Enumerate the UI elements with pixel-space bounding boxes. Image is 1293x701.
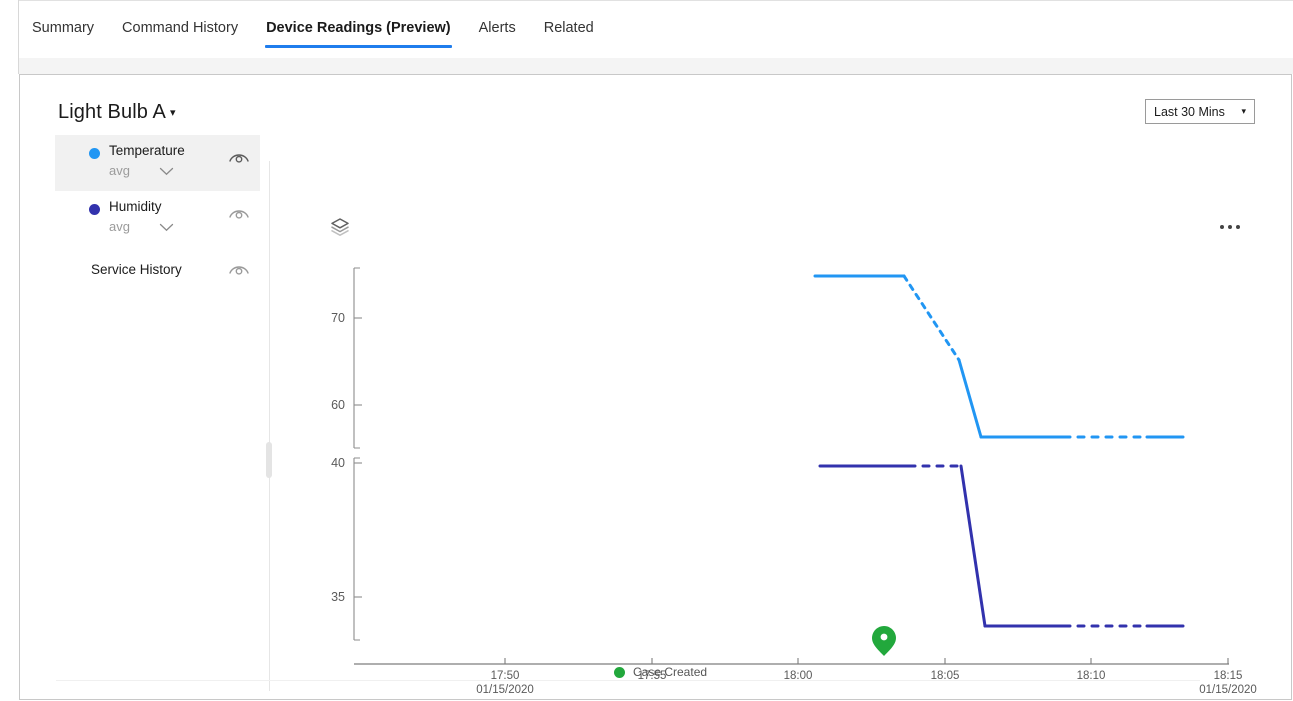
tab-label: Summary <box>32 20 95 36</box>
section-spacer <box>19 58 1293 74</box>
series-color-dot <box>89 204 100 215</box>
series-name: Humidity <box>109 199 162 214</box>
series-aggregation: avg <box>109 163 130 178</box>
y-tick-label: 40 <box>331 456 345 470</box>
tab-alerts[interactable]: Alerts <box>465 18 530 48</box>
series-aggregation: avg <box>109 219 130 234</box>
device-title-label: Light Bulb A <box>58 101 166 123</box>
event-marker-case-created[interactable] <box>872 626 896 656</box>
y-axis-temperature: 70 60 <box>331 267 362 449</box>
x-axis: 17:50 01/15/2020 17:55 18:00 18:05 18:10… <box>354 658 1257 696</box>
y-tick-label: 35 <box>331 590 345 604</box>
chart-svg: 70 60 40 35 17:50 01/15/2020 17:55 18:00… <box>331 267 1257 696</box>
series-legend-panel: Temperature avg Humidity avg Service His… <box>55 135 260 303</box>
series-name: Service History <box>91 262 182 277</box>
y-tick-label: 70 <box>331 311 345 325</box>
tab-active-underline <box>265 45 452 48</box>
y-axis-humidity: 40 35 <box>331 456 362 641</box>
map-pin-center <box>880 633 888 641</box>
series-color-dot <box>89 148 100 159</box>
device-readings-page: Summary Command History Device Readings … <box>0 0 1293 701</box>
tab-command-history[interactable]: Command History <box>108 18 252 48</box>
chevron-down-icon[interactable] <box>159 219 174 232</box>
chevron-down-icon: ▾ <box>169 107 176 119</box>
eye-icon[interactable] <box>228 205 250 221</box>
series-name: Temperature <box>109 143 185 158</box>
event-color-dot <box>614 666 625 678</box>
map-pin-icon <box>872 626 896 656</box>
device-selector[interactable]: Light Bulb A ▾ <box>58 101 176 124</box>
series-line-temperature <box>813 274 1185 439</box>
legend-item-temperature[interactable]: Temperature avg <box>55 135 260 191</box>
readings-chart: 70 60 40 35 17:50 01/15/2020 17:55 18:00… <box>269 75 1293 700</box>
eye-icon[interactable] <box>228 149 250 165</box>
segment-dashed <box>902 274 961 362</box>
tab-related[interactable]: Related <box>530 18 608 48</box>
legend-item-humidity[interactable]: Humidity avg <box>55 191 260 247</box>
event-legend[interactable]: Case Created <box>614 665 707 679</box>
eye-icon[interactable] <box>228 261 250 277</box>
x-tick-date: 01/15/2020 <box>476 684 534 696</box>
segment-solid <box>959 464 987 628</box>
tab-label: Alerts <box>478 20 516 36</box>
legend-item-service-history[interactable]: Service History <box>55 247 260 303</box>
tab-list: Summary Command History Device Readings … <box>18 18 608 48</box>
tab-label: Related <box>543 20 594 36</box>
segment-solid <box>957 358 983 439</box>
card-bottom-divider <box>56 680 1200 681</box>
x-tick-date: 01/15/2020 <box>1199 684 1257 696</box>
top-divider <box>19 0 1293 1</box>
series-line-humidity <box>818 464 1185 628</box>
event-legend-label: Case Created <box>633 665 708 679</box>
chevron-down-icon[interactable] <box>159 163 174 176</box>
tab-device-readings[interactable]: Device Readings (Preview) <box>252 18 465 48</box>
x-tick-label: 18:15 <box>1214 670 1243 682</box>
y-tick-label: 60 <box>331 398 345 412</box>
tab-summary[interactable]: Summary <box>18 18 108 48</box>
tab-strip: Summary Command History Device Readings … <box>0 0 1293 74</box>
device-readings-card: Light Bulb A ▾ Last 30 Mins ▾ Temperatur… <box>19 74 1292 700</box>
tab-label: Command History <box>122 20 239 36</box>
tab-label: Device Readings (Preview) <box>266 20 451 36</box>
